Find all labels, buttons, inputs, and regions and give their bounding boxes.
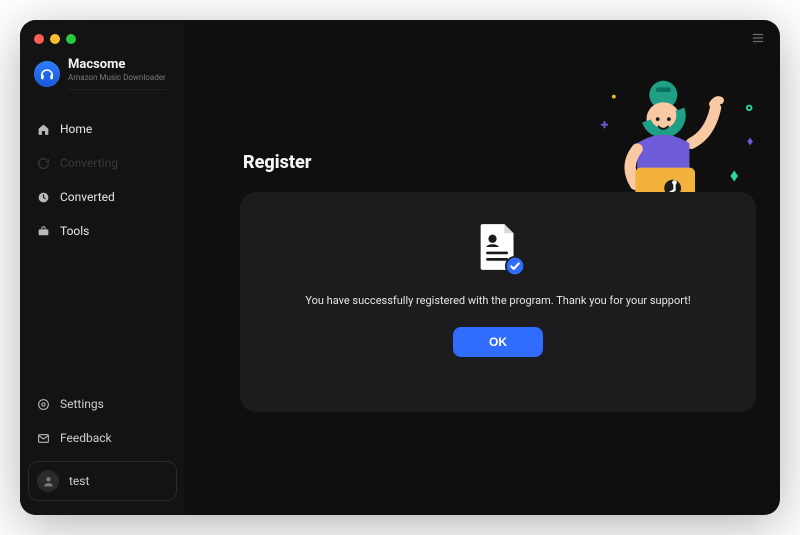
- sidebar-item-settings[interactable]: Settings: [28, 389, 177, 419]
- sidebar-item-label: Home: [60, 122, 92, 136]
- sidebar-item-converted[interactable]: Converted: [28, 182, 177, 212]
- sidebar-item-label: Converting: [60, 156, 118, 170]
- brand: Macsome Amazon Music Downloader: [28, 54, 177, 100]
- sidebar-item-label: Settings: [60, 397, 104, 411]
- sidebar-item-home[interactable]: Home: [28, 114, 177, 144]
- window-controls: [28, 30, 177, 54]
- converting-icon: [36, 156, 50, 170]
- toolbox-icon: [36, 224, 50, 238]
- gear-icon: [36, 397, 50, 411]
- brand-name: Macsome: [68, 58, 166, 72]
- sidebar-item-label: Tools: [60, 224, 89, 238]
- account-name: test: [69, 474, 89, 488]
- mail-icon: [36, 431, 50, 445]
- primary-nav: Home Converting Converted Tools: [28, 114, 177, 246]
- sidebar-item-tools[interactable]: Tools: [28, 216, 177, 246]
- sidebar-item-label: Converted: [60, 190, 115, 204]
- close-icon[interactable]: [34, 34, 44, 44]
- brand-subtitle: Amazon Music Downloader: [68, 74, 166, 90]
- document-check-icon: [477, 222, 519, 272]
- success-message: You have successfully registered with th…: [295, 292, 700, 309]
- app-window: Macsome Amazon Music Downloader Home Con…: [20, 20, 780, 515]
- menu-icon[interactable]: [750, 30, 766, 49]
- avatar-icon: [37, 470, 59, 492]
- sidebar-item-label: Feedback: [60, 431, 112, 445]
- sidebar-item-converting: Converting: [28, 148, 177, 178]
- brand-logo-icon: [34, 61, 60, 87]
- sidebar-bottom: Settings Feedback test: [28, 389, 177, 505]
- maximize-icon[interactable]: [66, 34, 76, 44]
- account-button[interactable]: test: [28, 461, 177, 501]
- clock-icon: [36, 190, 50, 204]
- minimize-icon[interactable]: [50, 34, 60, 44]
- home-icon: [36, 122, 50, 136]
- register-success-card: You have successfully registered with th…: [240, 192, 756, 412]
- main-area: Register: [185, 20, 780, 515]
- ok-button[interactable]: OK: [453, 327, 543, 357]
- page-title: Register: [243, 152, 762, 173]
- sidebar: Macsome Amazon Music Downloader Home Con…: [20, 20, 185, 515]
- sidebar-item-feedback[interactable]: Feedback: [28, 423, 177, 453]
